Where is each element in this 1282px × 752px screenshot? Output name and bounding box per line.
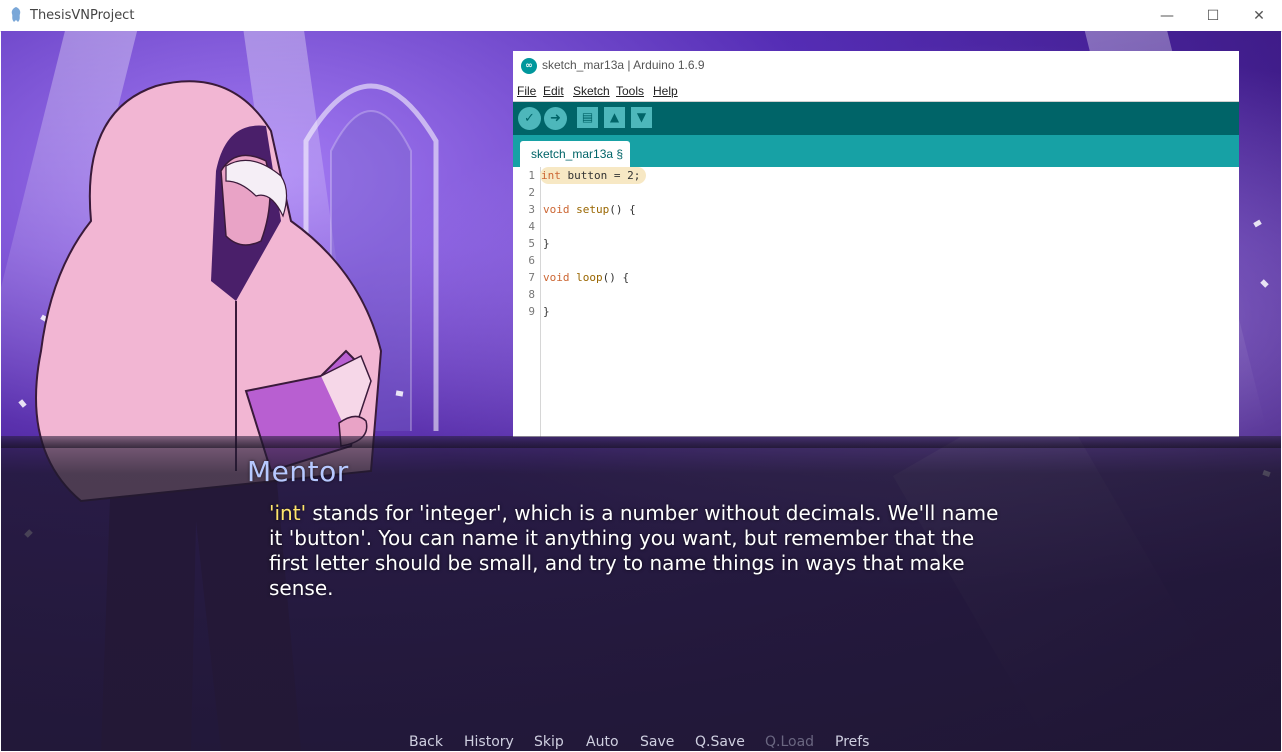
arduino-toolbar: ✓ ➜ ▤ ▲ ▼ [513,102,1239,135]
code-line: 3 void setup() { [513,201,1239,218]
maximize-button[interactable]: ☐ [1190,0,1236,31]
code-line: 6 [513,252,1239,269]
confetti [1260,279,1269,288]
quick-menu-back[interactable]: Back [409,734,443,751]
dialogue-body: stands for 'integer', which is a number … [269,501,999,600]
code-line: 8 [513,286,1239,303]
code-editor[interactable]: 1 int button = 2; 2 3 void setup() { 4 5… [513,167,1239,437]
code-text: int button = 2; [540,167,647,184]
arduino-menubar: File Edit Sketch Tools Help [513,81,1239,102]
code-text: } [543,237,550,250]
quick-menu-prefs[interactable]: Prefs [835,734,869,751]
quick-menu-qload[interactable]: Q.Load [765,734,814,751]
code-line: 9 } [513,303,1239,320]
quick-menu-save[interactable]: Save [640,734,674,751]
open-icon[interactable]: ▲ [604,107,625,128]
window-title: ThesisVNProject [30,8,135,23]
line-number: 3 [528,203,535,216]
code-line: 4 [513,218,1239,235]
quick-menu-history[interactable]: History [464,734,514,751]
menu-help[interactable]: Help [653,84,678,98]
quick-menu-qsave[interactable]: Q.Save [695,734,745,751]
dialogue-highlight: 'int' [269,501,307,525]
game-scene[interactable]: ∞ sketch_mar13a | Arduino 1.6.9 File Edi… [1,31,1281,751]
verify-icon[interactable]: ✓ [518,107,541,130]
menu-edit[interactable]: Edit [543,84,564,98]
arduino-logo-icon: ∞ [521,58,537,74]
code-line: 7 void loop() { [513,269,1239,286]
code-line: 2 [513,184,1239,201]
code-text: } [543,305,550,318]
code-text: void loop() { [543,271,630,284]
quick-menu-skip[interactable]: Skip [534,734,564,751]
line-number: 4 [528,220,535,233]
line-number: 2 [528,186,535,199]
menu-tools[interactable]: Tools [616,84,644,98]
quick-menu-auto[interactable]: Auto [586,734,619,751]
line-number: 1 [528,169,535,182]
line-number: 6 [528,254,535,267]
line-number: 8 [528,288,535,301]
menu-sketch[interactable]: Sketch [573,84,610,98]
arduino-title: sketch_mar13a | Arduino 1.6.9 [542,58,705,72]
tab-sketch[interactable]: sketch_mar13a § [520,141,630,167]
app-icon [11,7,21,22]
save-icon[interactable]: ▼ [631,107,652,128]
window-titlebar: ThesisVNProject — ☐ ✕ [0,0,1282,32]
line-number: 9 [528,305,535,318]
confetti [1253,219,1262,228]
arduino-window: ∞ sketch_mar13a | Arduino 1.6.9 File Edi… [513,51,1239,437]
upload-icon[interactable]: ➜ [544,107,567,130]
dialogue-text: 'int' stands for 'integer', which is a n… [269,501,1009,601]
dialogue-box-edge [1,436,1281,448]
minimize-button[interactable]: — [1144,0,1190,31]
code-line: 5 } [513,235,1239,252]
code-text: void setup() { [543,203,636,216]
speaker-name: Mentor [247,455,349,488]
line-number: 7 [528,271,535,284]
line-number: 5 [528,237,535,250]
new-icon[interactable]: ▤ [577,107,598,128]
menu-file[interactable]: File [517,84,536,98]
close-button[interactable]: ✕ [1236,0,1282,31]
arduino-titlebar: ∞ sketch_mar13a | Arduino 1.6.9 [513,51,1239,81]
arduino-tabbar: sketch_mar13a § [513,135,1239,167]
code-line: 1 int button = 2; [513,167,1239,184]
